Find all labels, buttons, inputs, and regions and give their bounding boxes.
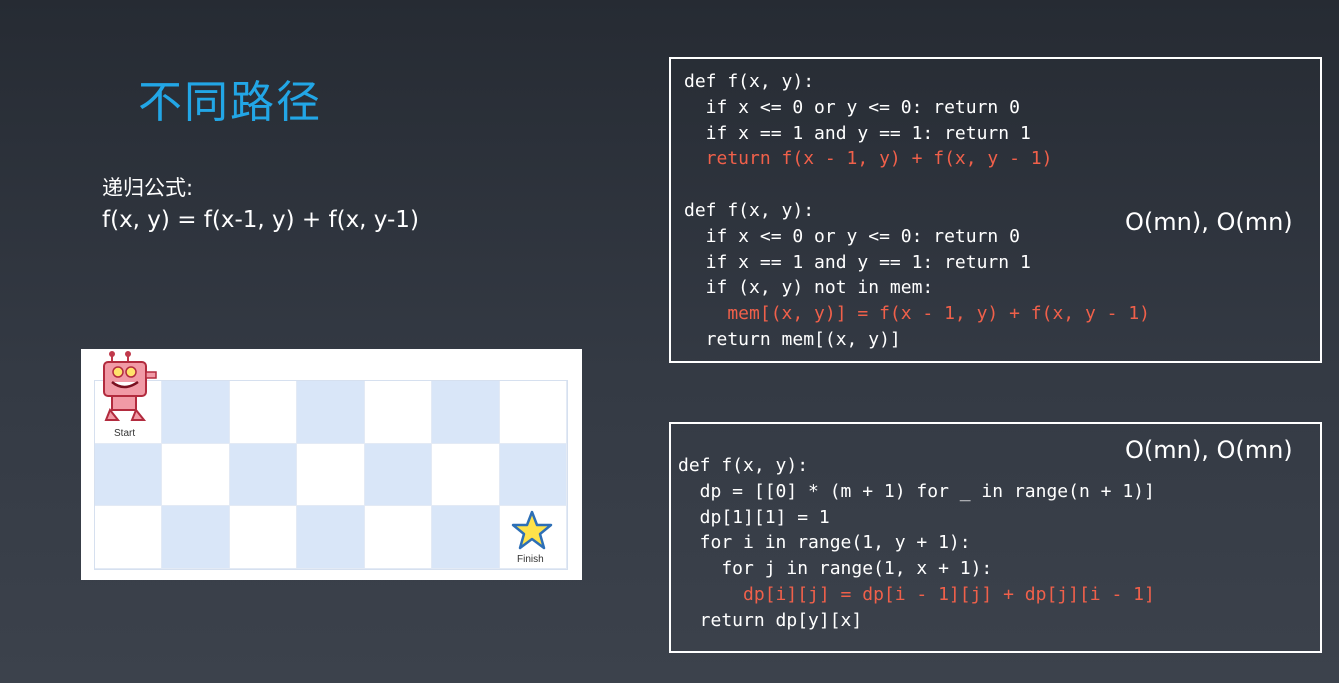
recursive-complexity: O(mn), O(mn) [1125,208,1293,236]
code-line: def f(x, y): [684,199,815,221]
grid-cell [432,506,500,569]
grid-cell [364,443,433,507]
code-line: for i in range(1, y + 1): [678,532,971,554]
grid-cell [364,381,433,444]
path-grid [94,380,568,570]
grid-cell [229,443,298,507]
code-line: dp[i][j] = dp[i - 1][j] + dp[j][i - 1] [678,583,1155,605]
grid-cell [162,381,230,444]
grid-cell [364,506,433,569]
code-line: dp[1][1] = 1 [678,506,830,528]
code-line: if x == 1 and y == 1: return 1 [684,251,1031,273]
grid-cell [499,443,567,507]
grid-cell [95,443,163,507]
formula-label: 递归公式: [102,176,194,200]
grid-cell [297,381,365,444]
code-line: if (x, y) not in mem: [684,277,934,299]
grid-cell [95,506,163,569]
grid-cell [162,443,230,507]
dp-complexity: O(mn), O(mn) [1125,436,1293,464]
recursive-code: def f(x, y): if x <= 0 or y <= 0: return… [684,69,1150,353]
code-line: def f(x, y): [678,455,809,476]
code-line: dp = [[0] * (m + 1) for _ in range(n + 1… [678,480,1155,502]
grid-cell [162,506,230,569]
grid-cell [432,443,500,507]
code-line: if x == 1 and y == 1: return 1 [684,122,1031,144]
code-line: def f(x, y): [684,71,815,92]
finish-label: Finish [517,554,544,565]
code-line: return f(x - 1, y) + f(x, y - 1) [684,148,1053,170]
slide-title: 不同路径 [138,77,322,128]
star-icon [511,510,553,550]
code-line: return dp[y][x] [678,609,863,631]
grid-cell [432,381,500,444]
formula-expression: f(x, y) = f(x-1, y) + f(x, y-1) [102,207,419,233]
grid-cell [229,381,298,444]
dp-code: def f(x, y): dp = [[0] * (m + 1) for _ i… [678,453,1155,634]
start-label: Start [114,428,136,439]
grid-cell [297,443,365,507]
code-line: if x <= 0 or y <= 0: return 0 [684,225,1020,247]
grid-cell [499,381,567,444]
code-line: if x <= 0 or y <= 0: return 0 [684,96,1020,118]
code-line: for j in range(1, x + 1): [678,558,993,580]
code-line: mem[(x, y)] = f(x - 1, y) + f(x, y - 1) [684,303,1150,325]
robot-icon [103,351,157,421]
grid-cell [229,506,298,569]
grid-cell [297,506,365,569]
code-line: return mem[(x, y)] [684,328,901,350]
